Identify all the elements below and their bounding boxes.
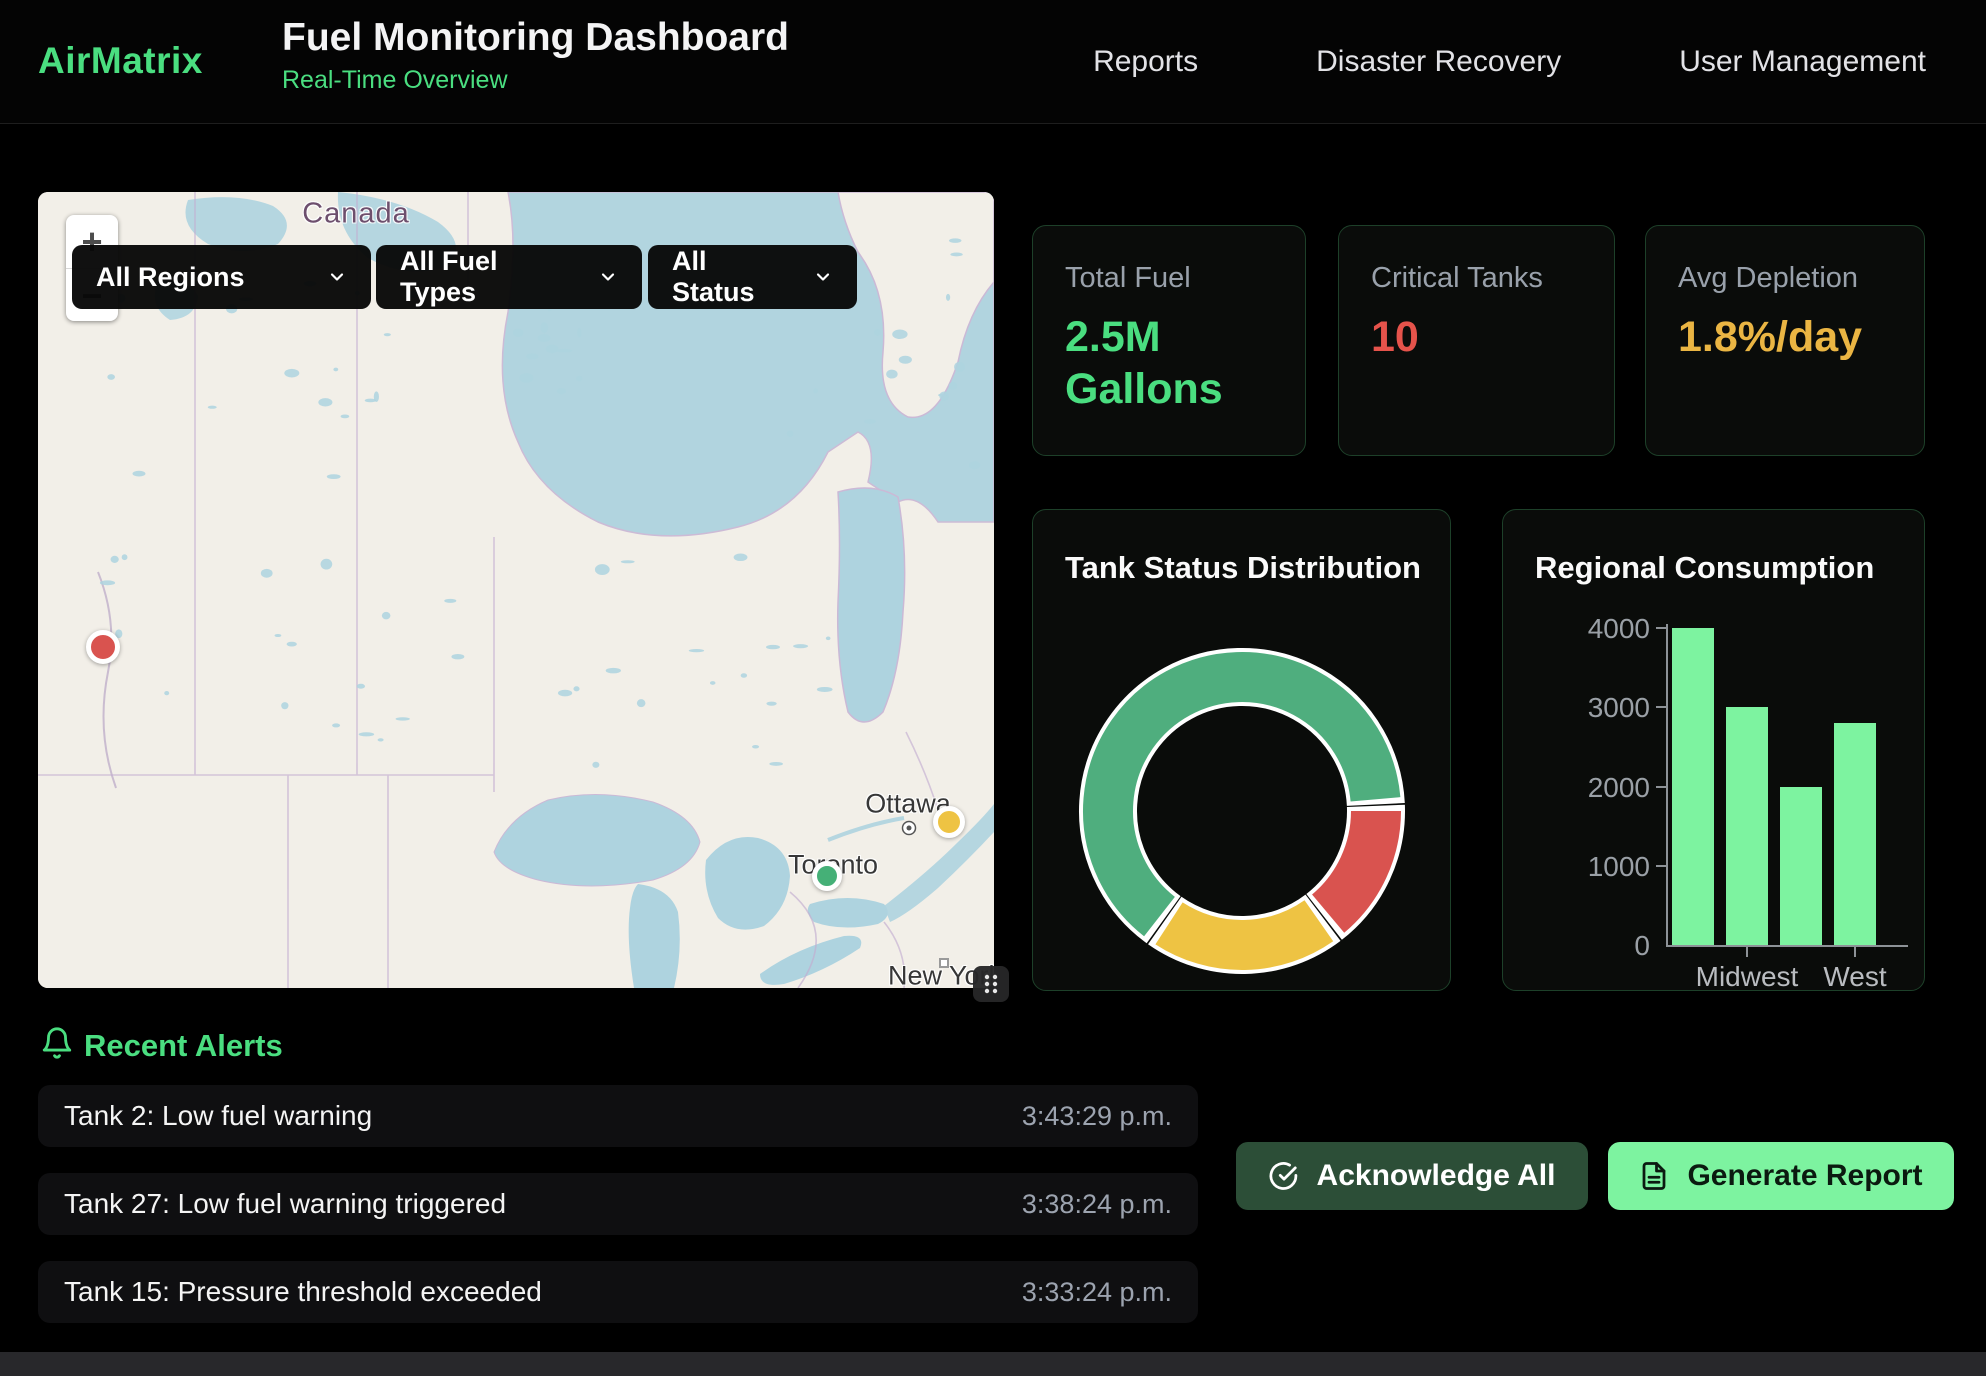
y-tick-mark	[1656, 786, 1666, 788]
stat-card-avg-depletion: Avg Depletion 1.8%/day	[1645, 225, 1925, 456]
y-tick-label: 1000	[1503, 851, 1650, 883]
nav-user-management[interactable]: User Management	[1679, 45, 1926, 79]
alert-row[interactable]: Tank 2: Low fuel warning 3:43:29 p.m.	[38, 1085, 1198, 1147]
page-subtitle: Real-Time Overview	[282, 66, 789, 95]
fuel-type-filter-value: All Fuel Types	[400, 246, 568, 308]
status-filter-value: All Status	[672, 246, 783, 308]
stat-label: Critical Tanks	[1371, 262, 1582, 295]
tank-status-donut-chart	[1062, 631, 1422, 991]
alert-text: Tank 2: Low fuel warning	[64, 1100, 372, 1132]
y-tick-mark	[1656, 627, 1666, 629]
alert-timestamp: 3:43:29 p.m.	[1022, 1101, 1172, 1132]
alert-timestamp: 3:38:24 p.m.	[1022, 1189, 1172, 1220]
x-tick-mark	[1746, 947, 1748, 957]
acknowledge-all-label: Acknowledge All	[1317, 1159, 1556, 1193]
map-label-region: Canada	[302, 198, 410, 231]
fuel-monitoring-dashboard: AirMatrix Fuel Monitoring Dashboard Real…	[0, 0, 1986, 1376]
chevron-down-icon	[297, 267, 347, 287]
y-axis	[1666, 624, 1668, 947]
region-filter-dropdown[interactable]: All Regions	[72, 245, 371, 309]
generate-report-label: Generate Report	[1687, 1159, 1922, 1193]
stat-value-total-fuel: 2.5M Gallons	[1065, 311, 1250, 416]
bar-region-0	[1672, 628, 1714, 945]
alert-timestamp: 3:33:24 p.m.	[1022, 1277, 1172, 1308]
nav-disaster-recovery[interactable]: Disaster Recovery	[1316, 45, 1561, 79]
town-square-icon	[939, 958, 949, 968]
map-resize-grip[interactable]	[973, 966, 1009, 1002]
y-tick-mark	[1656, 865, 1666, 867]
grip-dots-icon	[977, 970, 1005, 998]
brand-logo: AirMatrix	[38, 40, 203, 82]
town-dot-icon	[901, 820, 917, 836]
donut-chart-title: Tank Status Distribution	[1065, 550, 1421, 586]
map-filters: All Regions All Fuel Types All Status	[38, 245, 994, 309]
bar-region-2	[1780, 787, 1822, 946]
x-axis	[1666, 945, 1908, 947]
regional-consumption-bar-chart: 01000200030004000MidwestWest	[1503, 510, 1924, 990]
page-title: Fuel Monitoring Dashboard	[282, 16, 789, 60]
y-tick-label: 0	[1503, 930, 1650, 962]
title-block: Fuel Monitoring Dashboard Real-Time Over…	[282, 16, 789, 95]
chevron-down-icon	[568, 267, 618, 287]
stat-label: Avg Depletion	[1678, 262, 1892, 295]
chevron-down-icon	[783, 267, 833, 287]
bar-region-1	[1726, 707, 1768, 945]
header: AirMatrix Fuel Monitoring Dashboard Real…	[0, 0, 1986, 124]
generate-report-button[interactable]: Generate Report	[1608, 1142, 1954, 1210]
bar-region-3	[1834, 723, 1876, 945]
alert-row[interactable]: Tank 27: Low fuel warning triggered 3:38…	[38, 1173, 1198, 1235]
nav-reports[interactable]: Reports	[1093, 45, 1198, 79]
y-tick-mark	[1656, 706, 1666, 708]
bell-icon	[40, 1026, 74, 1060]
alert-text: Tank 15: Pressure threshold exceeded	[64, 1276, 542, 1308]
acknowledge-all-button[interactable]: Acknowledge All	[1236, 1142, 1588, 1210]
stat-card-critical-tanks: Critical Tanks 10	[1338, 225, 1615, 456]
tank-marker-normal[interactable]	[812, 861, 842, 891]
x-tick-mark	[1854, 947, 1856, 957]
y-tick-label: 3000	[1503, 692, 1650, 724]
regional-consumption-card: Regional Consumption 01000200030004000Mi…	[1502, 509, 1925, 991]
stat-card-total-fuel: Total Fuel 2.5M Gallons	[1032, 225, 1306, 456]
stat-value-avg-depletion: 1.8%/day	[1678, 311, 1863, 363]
tank-marker-critical[interactable]	[86, 630, 120, 664]
check-circle-icon	[1269, 1161, 1299, 1191]
bottom-bar	[0, 1352, 1986, 1376]
stat-label: Total Fuel	[1065, 262, 1273, 295]
fuel-type-filter-dropdown[interactable]: All Fuel Types	[376, 245, 642, 309]
y-tick-label: 4000	[1503, 613, 1650, 645]
tank-marker-warning[interactable]	[933, 806, 965, 838]
region-filter-value: All Regions	[96, 262, 245, 293]
tank-status-card: Tank Status Distribution	[1032, 509, 1451, 991]
document-icon	[1639, 1161, 1669, 1191]
tank-map[interactable]: CanadaOttawaTorontoNew York + − All Regi…	[38, 192, 994, 988]
y-tick-label: 2000	[1503, 772, 1650, 804]
x-tick-label: West	[1785, 961, 1925, 993]
status-filter-dropdown[interactable]: All Status	[648, 245, 857, 309]
recent-alerts-title: Recent Alerts	[84, 1028, 283, 1064]
main-nav: Reports Disaster Recovery User Managemen…	[1093, 0, 1926, 124]
alert-text: Tank 27: Low fuel warning triggered	[64, 1188, 506, 1220]
stat-value-critical-tanks: 10	[1371, 311, 1556, 363]
alert-row[interactable]: Tank 15: Pressure threshold exceeded 3:3…	[38, 1261, 1198, 1323]
